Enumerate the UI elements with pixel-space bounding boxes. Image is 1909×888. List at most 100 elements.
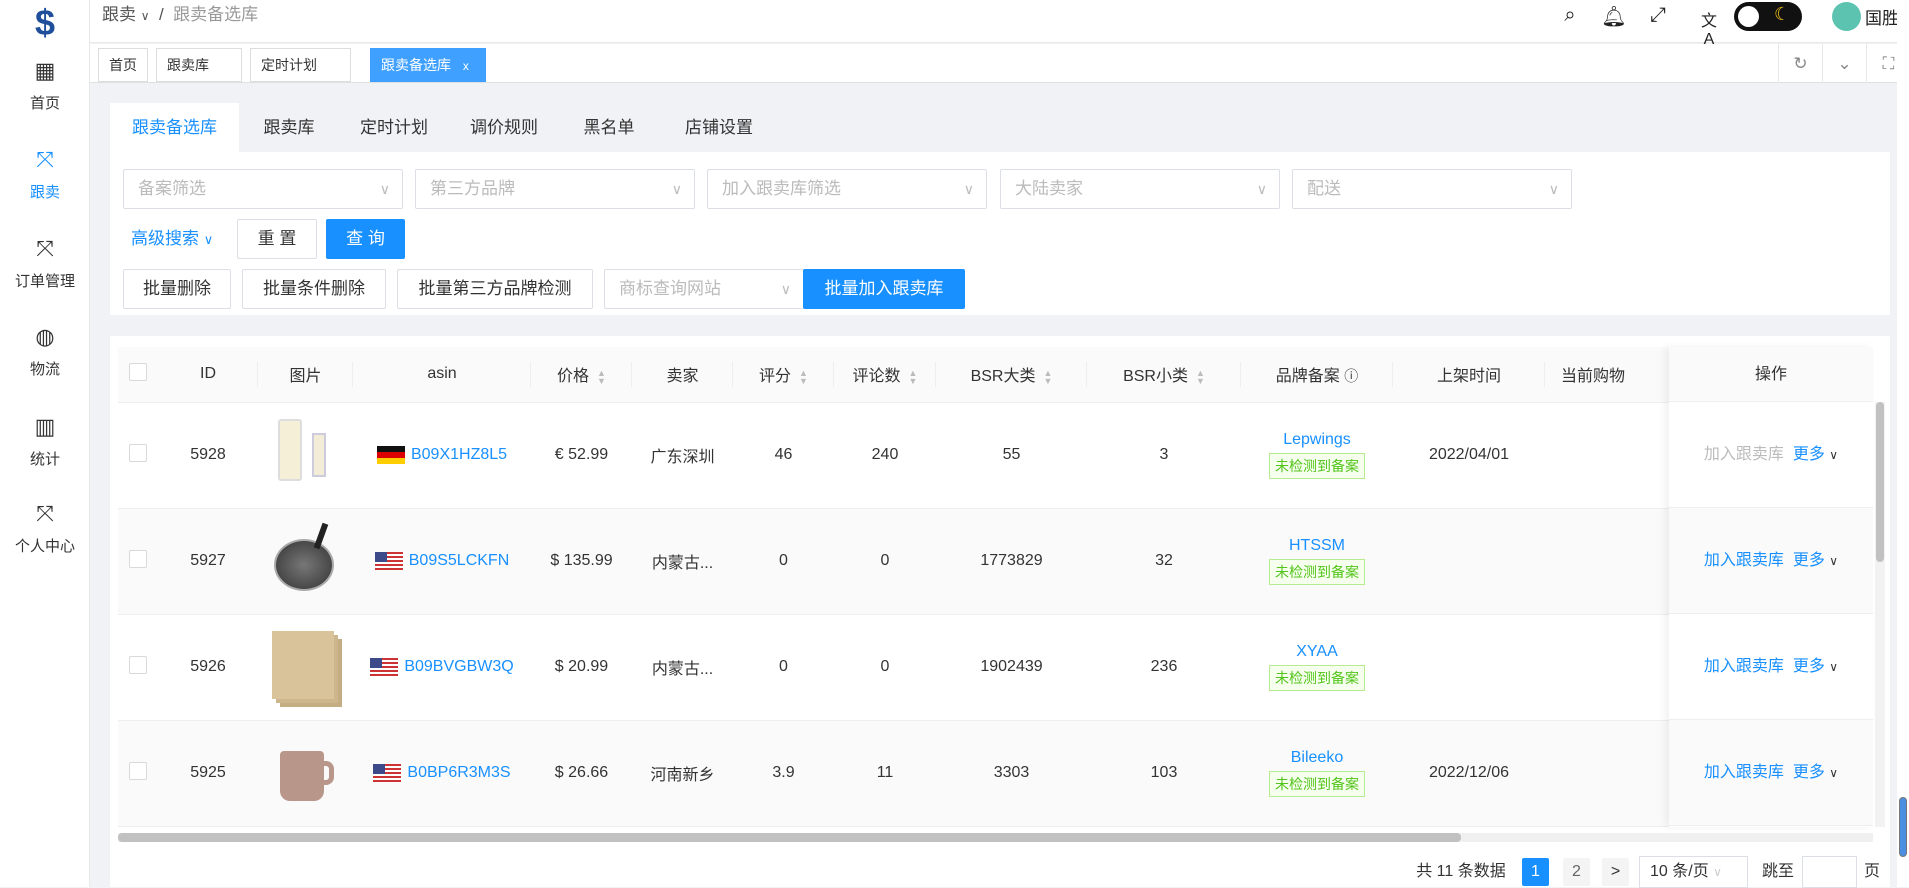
more-dropdown[interactable]: 更多 ∨ [1793, 658, 1838, 675]
batch-delete-button[interactable]: 批量删除 [123, 269, 231, 309]
user-name[interactable]: 国胜 [1865, 4, 1899, 29]
row-checkbox[interactable] [118, 614, 158, 721]
brand-link[interactable]: HTSSM [1241, 537, 1393, 555]
asin-link[interactable]: B09S5LCKFN [409, 552, 510, 569]
chevron-down-icon: ∨ [1829, 448, 1839, 462]
jump-suffix: 页 [1863, 863, 1880, 880]
add-to-follow-lib-link[interactable]: 加入跟卖库 [1704, 446, 1784, 463]
asin-link[interactable]: B09BVGBW3Q [404, 658, 513, 675]
sidebar-item-home[interactable]: ▦ 首页 [0, 58, 90, 113]
trademark-site-select[interactable]: 商标查询网站 ∨ [604, 269, 804, 309]
product-image [268, 733, 344, 809]
inner-tab-store-settings[interactable]: 店铺设置 [659, 103, 779, 152]
cell-reviews: 0 [834, 614, 936, 721]
fullscreen-icon[interactable]: ⤢ [1645, 4, 1671, 27]
add-to-follow-lib-link[interactable]: 加入跟卖库 [1704, 552, 1784, 569]
col-bsr-small[interactable]: BSR小类 ▲ ▼ [1087, 347, 1241, 403]
col-asin: asin [353, 347, 531, 403]
filter-third-party-brand-select[interactable]: 第三方品牌 ∨ [415, 169, 695, 209]
cell-seller: 广东深圳 [632, 402, 733, 509]
bell-icon[interactable]: 🔔︎ [1601, 4, 1627, 29]
inner-tab-price-rules[interactable]: 调价规则 [449, 103, 559, 152]
theme-toggle[interactable]: ☾ [1734, 2, 1802, 31]
record-status-tag: 未检测到备案 [1269, 665, 1365, 691]
app-logo[interactable]: $ [22, 4, 68, 42]
col-brand-record: 品牌备案 ⓘ [1241, 347, 1393, 403]
refresh-icon[interactable]: ↻ [1778, 44, 1822, 83]
brand-link[interactable]: Bileeko [1241, 749, 1393, 767]
cell-price: € 52.99 [531, 402, 632, 509]
page-tab-candidates[interactable]: 跟卖备选库 x [370, 48, 486, 82]
cell-bsr-small: 32 [1087, 508, 1241, 615]
page-1-button[interactable]: 1 [1522, 858, 1549, 886]
asin-link[interactable]: B0BP6R3M3S [407, 764, 510, 781]
batch-conditional-delete-button[interactable]: 批量条件删除 [242, 269, 386, 309]
advanced-search-toggle[interactable]: 高级搜索 ∨ [131, 219, 213, 260]
grid-icon: ▦ [34, 58, 56, 83]
filter-record-select[interactable]: 备案筛选 ∨ [123, 169, 403, 209]
reset-button[interactable]: 重 置 [237, 219, 317, 259]
filter-mainland-seller-select[interactable]: 大陆卖家 ∨ [1000, 169, 1280, 209]
row-checkbox[interactable] [118, 402, 158, 509]
avatar[interactable] [1832, 2, 1861, 31]
actions-cell: 加入跟卖库 更多 ∨ [1669, 508, 1873, 614]
table-vertical-scrollbar[interactable] [1875, 402, 1885, 827]
sidebar-item-logistics[interactable]: ◍ 物流 [0, 324, 90, 379]
more-dropdown[interactable]: 更多 ∨ [1793, 552, 1838, 569]
more-dropdown[interactable]: 更多 ∨ [1793, 764, 1838, 781]
inner-tab-follow-lib[interactable]: 跟卖库 [239, 103, 339, 152]
page-tabs-bar: 首页 跟卖库 定时计划 跟卖备选库 x ↻ ⌄ ⛶ [90, 44, 1909, 83]
sidebar-item-follow-sell[interactable]: ⤧ 跟卖 [0, 147, 90, 202]
page-tab-follow-lib[interactable]: 跟卖库 [156, 48, 242, 82]
query-button[interactable]: 查 询 [326, 219, 405, 259]
cell-image[interactable] [258, 720, 353, 827]
close-icon[interactable]: x [463, 59, 469, 73]
cell-image[interactable] [258, 402, 353, 509]
inner-tab-schedule[interactable]: 定时计划 [339, 103, 449, 152]
asin-link[interactable]: B09X1HZ8L5 [411, 446, 507, 463]
col-reviews[interactable]: 评论数 ▲ ▼ [834, 347, 936, 403]
col-bsr-big[interactable]: BSR大类 ▲ ▼ [936, 347, 1087, 403]
search-icon[interactable]: ⌕ [1557, 4, 1583, 27]
jump-page-input[interactable] [1802, 856, 1857, 888]
filter-added-select[interactable]: 加入跟卖库筛选 ∨ [707, 169, 987, 209]
batch-add-button[interactable]: 批量加入跟卖库 [803, 269, 965, 309]
page-size-select[interactable]: 10 条/页 ∨ [1639, 856, 1748, 888]
chevron-down-icon: ∨ [1548, 181, 1559, 197]
actions-cell: 加入跟卖库 更多 ∨ [1669, 614, 1873, 720]
col-rating[interactable]: 评分 ▲ ▼ [733, 347, 834, 403]
more-dropdown[interactable]: 更多 ∨ [1793, 446, 1838, 463]
actions-cell: 加入跟卖库 更多 ∨ [1669, 402, 1873, 508]
col-price[interactable]: 价格 ▲ ▼ [531, 347, 632, 403]
brand-link[interactable]: Lepwings [1241, 431, 1393, 449]
select-all-checkbox[interactable] [118, 347, 158, 403]
translate-icon[interactable]: 文A [1696, 7, 1722, 49]
page-tab-schedule[interactable]: 定时计划 [250, 48, 351, 82]
inner-tab-blacklist[interactable]: 黑名单 [559, 103, 659, 152]
page-tab-home[interactable]: 首页 [98, 48, 148, 82]
brand-link[interactable]: XYAA [1241, 643, 1393, 661]
sidebar-item-orders[interactable]: ⤧ 订单管理 [0, 236, 90, 291]
cell-listing-date: 2022/04/01 [1393, 402, 1545, 509]
cell-image[interactable] [258, 508, 353, 615]
compress-icon: ⤧ [36, 501, 54, 526]
next-page-button[interactable]: > [1602, 858, 1629, 886]
row-checkbox[interactable] [118, 720, 158, 827]
cell-seller: 内蒙古... [632, 508, 733, 615]
cell-image[interactable] [258, 614, 353, 721]
add-to-follow-lib-link[interactable]: 加入跟卖库 [1704, 764, 1784, 781]
filter-delivery-select[interactable]: 配送 ∨ [1292, 169, 1572, 209]
inner-tab-candidates[interactable]: 跟卖备选库 [110, 103, 239, 152]
cell-id: 5925 [158, 720, 258, 827]
sidebar-item-stats[interactable]: ▥ 统计 [0, 414, 90, 469]
page-2-button[interactable]: 2 [1563, 858, 1590, 886]
row-checkbox[interactable] [118, 508, 158, 615]
page-scrollbar[interactable] [1897, 0, 1909, 887]
add-to-follow-lib-link[interactable]: 加入跟卖库 [1704, 658, 1784, 675]
sidebar-item-profile[interactable]: ⤧ 个人中心 [0, 501, 90, 556]
breadcrumb-parent[interactable]: 跟卖 [102, 5, 136, 24]
cell-buybox [1545, 720, 1669, 827]
batch-brand-check-button[interactable]: 批量第三方品牌检测 [397, 269, 593, 309]
chevron-down-icon[interactable]: ⌄ [1822, 44, 1866, 83]
table-horizontal-scrollbar[interactable] [118, 833, 1873, 842]
